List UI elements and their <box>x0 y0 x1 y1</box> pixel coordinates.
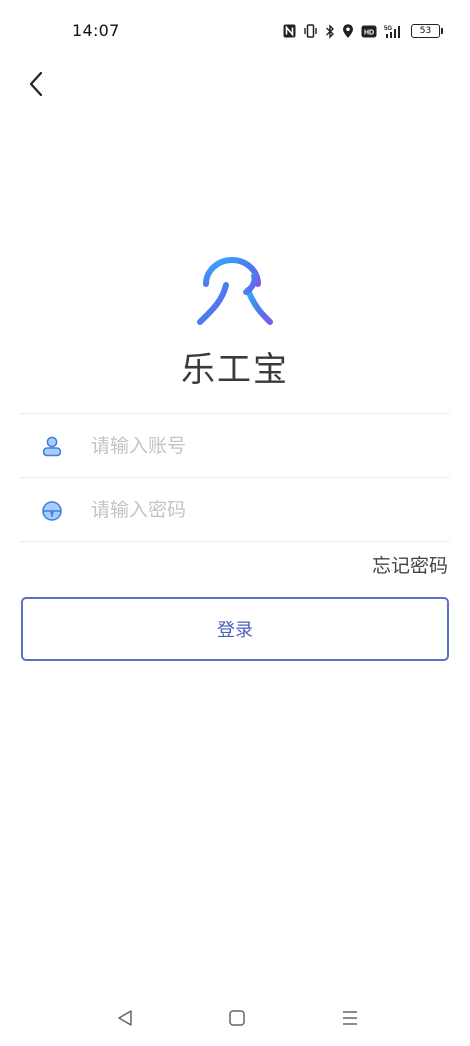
account-input[interactable] <box>89 433 413 458</box>
back-triangle-icon <box>118 1010 132 1026</box>
bluetooth-icon <box>325 23 335 39</box>
nav-menu-button[interactable] <box>338 1006 362 1030</box>
back-button[interactable] <box>18 66 54 102</box>
password-input[interactable] <box>89 497 413 522</box>
battery-level: 53 <box>419 26 432 36</box>
lock-icon <box>41 499 63 521</box>
nav-back-button[interactable] <box>113 1006 137 1030</box>
password-field[interactable] <box>20 478 450 541</box>
menu-lines-icon <box>343 1011 357 1025</box>
app-name: 乐工宝 <box>181 350 289 390</box>
hard-hat-logo-icon <box>197 254 273 325</box>
app-logo <box>196 254 274 326</box>
status-icons: HD 5G 53 <box>283 22 443 40</box>
battery-icon: 53 <box>411 24 443 38</box>
divider-bottom <box>20 541 450 542</box>
chevron-left-icon <box>29 71 43 97</box>
home-square-icon <box>229 1010 245 1026</box>
status-bar: 14:07 HD 5G 53 <box>0 0 470 62</box>
nfc-icon <box>283 24 296 38</box>
hd-icon: HD <box>361 25 377 38</box>
vibrate-icon <box>303 24 318 38</box>
login-button[interactable]: 登录 <box>21 597 449 661</box>
system-nav-bar <box>0 996 470 1040</box>
forgot-password-link[interactable]: 忘记密码 <box>372 551 448 578</box>
user-icon <box>41 435 63 457</box>
svg-text:5G: 5G <box>384 26 392 32</box>
nav-home-button[interactable] <box>225 1006 249 1030</box>
5g-signal-icon: 5G <box>384 24 404 39</box>
svg-text:HD: HD <box>364 29 374 36</box>
location-icon <box>342 23 354 39</box>
account-field[interactable] <box>20 414 450 477</box>
status-time: 14:07 <box>72 21 120 40</box>
